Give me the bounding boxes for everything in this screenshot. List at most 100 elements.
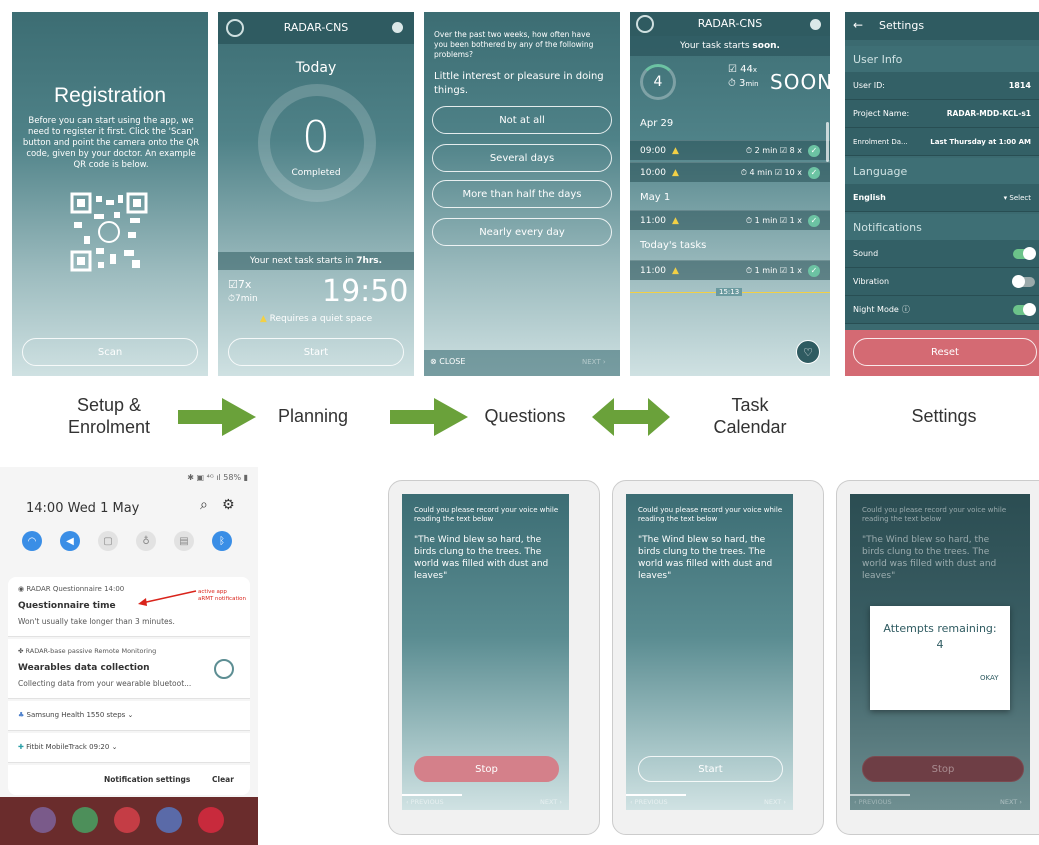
flow-label-settings: Settings [911,406,977,426]
arrow-right-icon [390,398,468,436]
today-label: Today [295,60,337,76]
close-icon: ⊗ [430,357,437,366]
task-row[interactable]: 09:00 ▲ ⏱ 2 min ☑ 8 x ✓ [630,140,830,160]
answer-option-3[interactable]: More than half the days [432,180,612,208]
start-button[interactable]: Start [638,756,783,782]
notification-app: ♣ Samsung Health 1550 steps ⌄ [18,711,134,719]
task-banner: Your task starts soon. [630,36,830,56]
flow-label-setup: Setup & Enrolment [67,395,151,437]
info-icon[interactable]: ⓘ [902,304,910,315]
previous-button[interactable]: ‹ PREVIOUS [630,798,668,806]
settings-title: Settings [879,19,925,32]
document-icon[interactable]: ▤ [174,531,194,551]
app-header: RADAR-CNS [630,12,830,36]
annotation-arrow-icon [138,590,197,606]
back-arrow-icon[interactable]: ← [853,18,863,32]
next-button[interactable]: NEXT › [540,798,562,806]
notification-settings-button[interactable]: Notification settings [104,775,190,784]
settings-gear-icon[interactable] [392,22,403,33]
app-icon[interactable] [114,807,140,833]
app-title: RADAR-CNS [283,21,349,34]
questions-count: ☑7x [228,278,252,291]
next-task-text: Your next task starts in [249,256,354,266]
stop-button[interactable]: Stop [862,756,1024,782]
tablet-attempts: Could you please record your voice while… [836,480,1039,835]
duration: ⏱7min [228,294,258,304]
answer-option-2[interactable]: Several days [432,144,612,172]
notification-body: Collecting data from your wearable bluet… [18,679,192,688]
voice-screen-attempts: Could you please record your voice while… [850,494,1030,810]
previous-button[interactable]: ‹ PREVIOUS [406,798,444,806]
reset-button[interactable]: Reset [853,338,1037,366]
language-header: Language [845,158,1039,184]
attempts-dialog: Attempts remaining: 4 OKAY [870,606,1010,710]
voice-prompt: Could you please record your voice while… [414,506,559,523]
night-mode-toggle[interactable] [1013,303,1036,316]
sound-icon[interactable]: ◀ [60,531,80,551]
close-button[interactable]: ⊗ CLOSE [430,357,465,366]
date-header: Today's tasks [640,240,707,251]
app-icon[interactable] [72,807,98,833]
stethoscope-button[interactable]: ♡ [796,340,820,364]
camera-app-icon[interactable] [198,807,224,833]
task-row[interactable]: 11:00 ▲ ⏱ 1 min ☑ 1 x ✓ [630,210,830,230]
app-header: RADAR-CNS [218,12,414,44]
warning-icon: ▲ [671,145,679,156]
notification-wearables[interactable]: ✤ RADAR-base passive Remote Monitoring W… [8,639,250,699]
task-row[interactable]: 11:00 ▲ ⏱ 1 min ☑ 1 x ✓ [630,260,830,280]
flow-label-questions: Questions [484,406,566,426]
scroll-indicator[interactable] [826,122,829,162]
gear-icon[interactable]: ⚙ [222,497,235,513]
flow-label-task-calendar: Task Calendar [713,395,787,437]
answer-option-4[interactable]: Nearly every day [432,218,612,246]
calendar-app-icon[interactable] [156,807,182,833]
warning-icon: ▲ [671,265,679,276]
scan-button[interactable]: Scan [22,338,198,366]
recording-progress [626,794,686,796]
notification-title: Questionnaire time [18,601,116,611]
check-icon: ✓ [808,166,820,179]
screen-icon[interactable]: ▢ [98,531,118,551]
notification-app: ◉ RADAR Questionnaire 14:00 [18,585,125,593]
fitbit-icon: ✚ [18,743,27,751]
voice-passage: "The Wind blew so hard, the birds clung … [862,535,997,581]
app-icon[interactable] [30,807,56,833]
next-button[interactable]: NEXT › [582,358,606,366]
registration-title: Registration [53,84,167,107]
arrow-right-icon [178,398,256,436]
next-button[interactable]: NEXT › [764,798,786,806]
clear-button[interactable]: Clear [212,775,234,784]
runner-icon: ♣ [18,711,27,719]
settings-gear-icon[interactable] [810,19,821,30]
next-button[interactable]: NEXT › [1000,798,1022,806]
stop-button[interactable]: Stop [414,756,559,782]
wifi-icon[interactable]: ◠ [22,531,42,551]
enrolment-row: Enrolment Da... Last Thursday at 1:00 AM [845,128,1039,156]
completed-label: Completed [291,168,341,178]
planning-screen: RADAR-CNS Today 0 Completed Your next ta… [218,12,414,376]
bluetooth-icon[interactable]: ᛒ [212,531,232,551]
task-row[interactable]: 10:00 ▲ ⏱ 4 min ☑ 10 x ✓ [630,162,830,182]
previous-button[interactable]: ‹ PREVIOUS [854,798,892,806]
soon-label: SOON [770,70,830,94]
calendar-screen: RADAR-CNS Your task starts soon. 4 ☑ 44x… [630,12,830,376]
questionnaire-prompt: Over the past two weeks, how often have … [434,30,594,59]
flashlight-icon[interactable]: ♁ [136,531,156,551]
qr-code-image [70,192,148,272]
okay-button[interactable]: OKAY [980,674,999,682]
check-icon: ✓ [808,144,820,157]
notification-fitbit[interactable]: ✚ Fitbit MobileTrack 09:20 ⌄ [8,733,250,763]
requirement-note: ▲ Requires a quiet space [259,314,373,324]
search-icon[interactable]: ⌕ [200,497,208,513]
start-button[interactable]: Start [228,338,404,366]
language-select[interactable]: English ▾ Select [845,184,1039,212]
vibration-toggle[interactable] [1012,275,1035,288]
notification-questionnaire[interactable]: ◉ RADAR Questionnaire 14:00 Questionnair… [8,577,250,637]
answer-option-1[interactable]: Not at all [432,106,612,134]
notification-panel: ✱ ▣ ⁴ᴳ ıl 58% ▮ 14:00 Wed 1 May ⌕ ⚙ ◠ ◀ … [0,467,258,797]
recording-progress [850,794,910,796]
date-header: May 1 [640,192,671,203]
sound-toggle[interactable] [1013,247,1036,260]
notification-samsung-health[interactable]: ♣ Samsung Health 1550 steps ⌄ [8,701,250,731]
radar-logo-icon [214,659,234,679]
